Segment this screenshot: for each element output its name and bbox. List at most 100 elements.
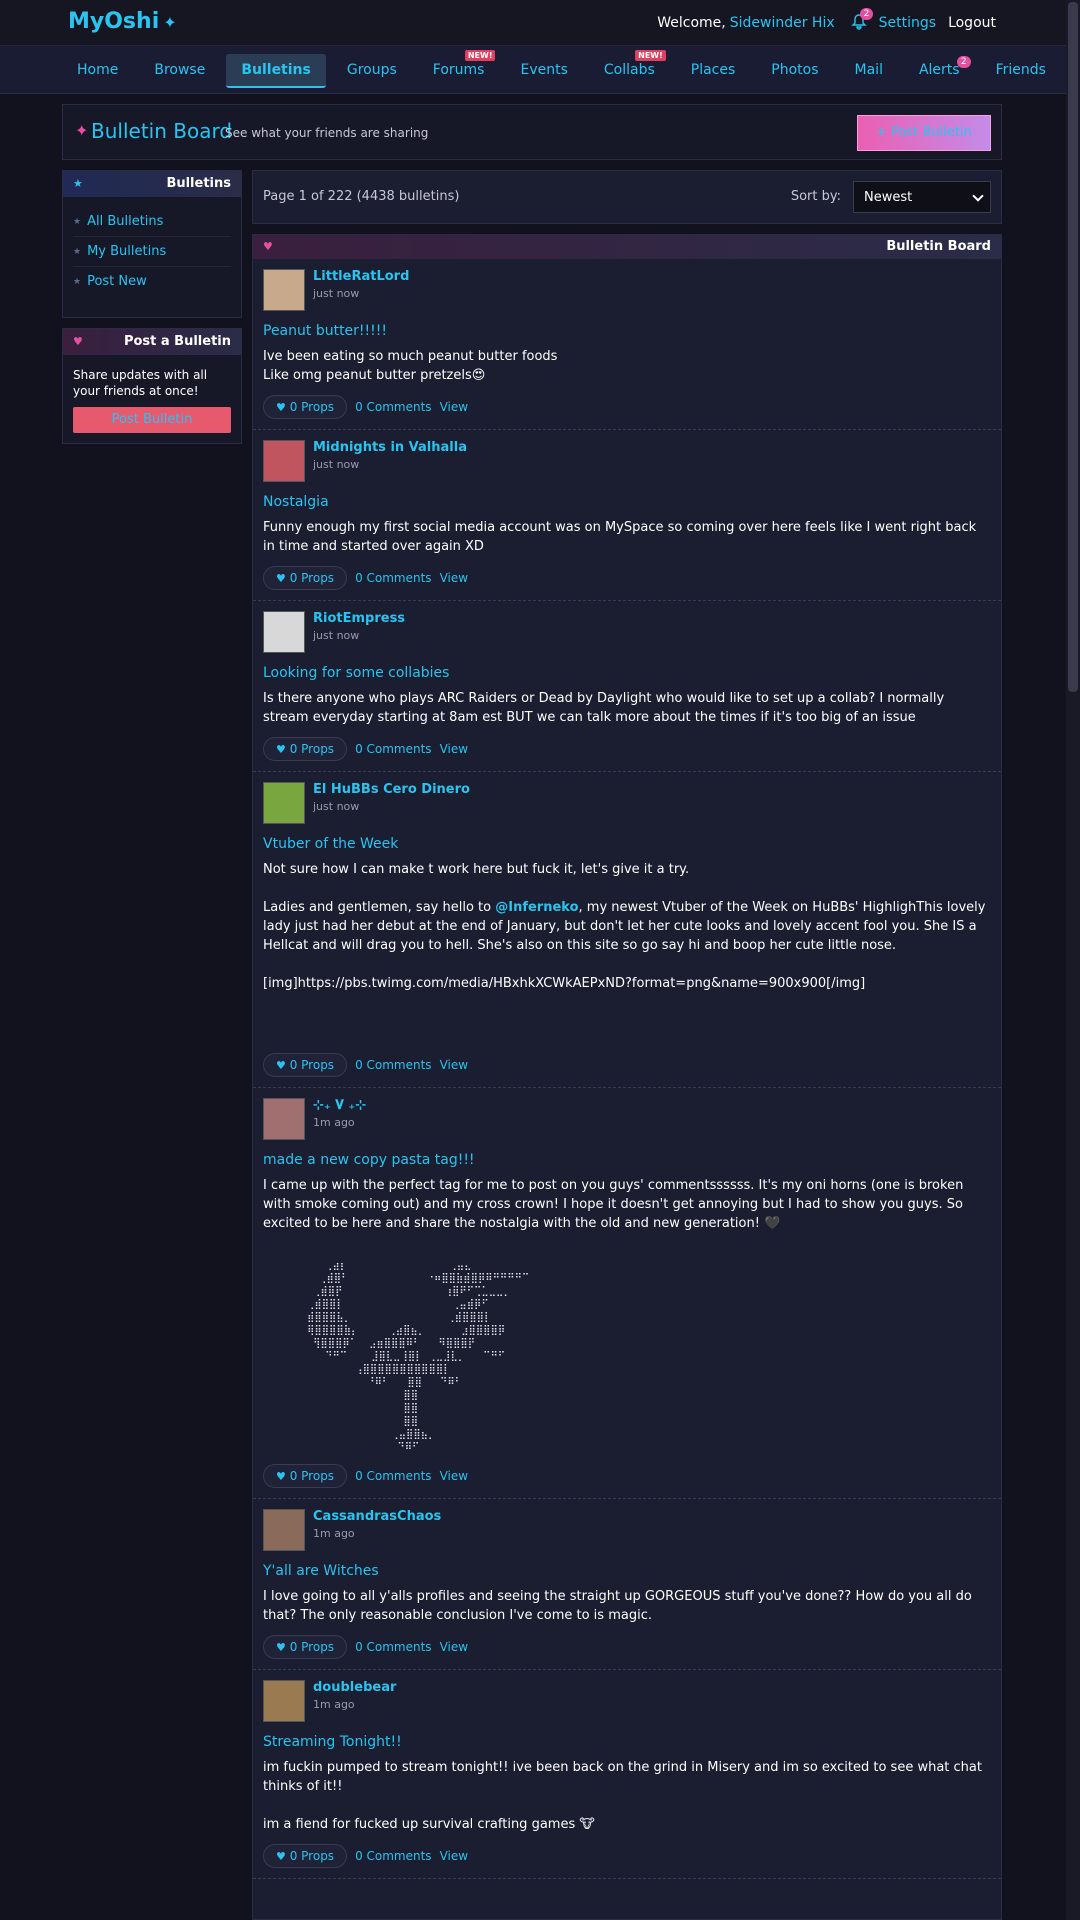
nav-item-home[interactable]: Home bbox=[62, 54, 133, 88]
alerts-count-badge: 2 bbox=[956, 56, 971, 68]
avatar[interactable] bbox=[263, 440, 305, 482]
sidebar-item-label[interactable]: My Bulletins bbox=[87, 244, 166, 259]
username-link[interactable]: Sidewinder Hix bbox=[730, 15, 835, 31]
props-button[interactable]: ♥ 0 Props bbox=[263, 1635, 348, 1659]
post-title[interactable]: Peanut butter!!!!! bbox=[263, 323, 991, 339]
sidebar-item-label[interactable]: All Bulletins bbox=[87, 214, 163, 229]
comments-link[interactable]: 0 Comments bbox=[355, 1058, 432, 1072]
bulletin-feed: ♥ Bulletin Board LittleRatLord just now Pe… bbox=[252, 234, 1002, 1920]
sidebar-item-post-new[interactable]: ★ Post New bbox=[73, 267, 231, 296]
avatar[interactable] bbox=[263, 269, 305, 311]
view-link[interactable]: View bbox=[440, 1058, 468, 1072]
sidebar-item-all-bulletins[interactable]: ★ All Bulletins bbox=[73, 207, 231, 237]
props-button[interactable]: ♥ 0 Props bbox=[263, 1464, 348, 1488]
site-logo[interactable]: MyOshi ✦ bbox=[68, 9, 177, 34]
comments-link[interactable]: 0 Comments bbox=[355, 1640, 432, 1654]
page-info: Page 1 of 222 (4438 bulletins) bbox=[263, 189, 460, 204]
nav-item-label: Photos bbox=[771, 62, 819, 78]
post-title[interactable]: Looking for some collabies bbox=[263, 665, 991, 681]
view-link[interactable]: View bbox=[440, 400, 468, 414]
sort-select[interactable]: Newest bbox=[853, 181, 991, 213]
nav-item-forums[interactable]: Forums NEW! bbox=[418, 50, 500, 88]
bulletin-post: LittleRatLord just now Peanut butter!!!!! I… bbox=[253, 259, 1001, 430]
post-actions: ♥ 0 Props 0 Comments View bbox=[263, 566, 991, 590]
avatar[interactable] bbox=[263, 782, 305, 824]
view-link[interactable]: View bbox=[440, 742, 468, 756]
post-body: Ive been eating so much peanut butter fo… bbox=[263, 349, 558, 383]
nav-item-alerts[interactable]: Alerts 2 bbox=[904, 54, 975, 88]
nav-item-label: Places bbox=[690, 62, 736, 78]
author-link[interactable]: doublebear bbox=[313, 1680, 396, 1695]
nav-item-bulletins[interactable]: Bulletins bbox=[226, 54, 326, 88]
logout-link[interactable]: Logout bbox=[948, 15, 996, 31]
view-link[interactable]: View bbox=[440, 1640, 468, 1654]
author-link[interactable]: RiotEmpress bbox=[313, 611, 405, 626]
comments-link[interactable]: 0 Comments bbox=[355, 742, 432, 756]
avatar[interactable] bbox=[263, 1098, 305, 1140]
sidebar-item-my-bulletins[interactable]: ★ My Bulletins bbox=[73, 237, 231, 267]
nav-item-friends[interactable]: Friends bbox=[981, 54, 1061, 88]
heart-icon: ♥ bbox=[276, 572, 286, 585]
settings-link[interactable]: Settings bbox=[879, 15, 936, 31]
comments-link[interactable]: 0 Comments bbox=[355, 571, 432, 585]
nav-item-label: Collabs bbox=[603, 62, 655, 78]
post-title[interactable]: Nostalgia bbox=[263, 494, 991, 510]
new-badge: NEW! bbox=[635, 50, 666, 61]
author-link[interactable]: CassandrasChaos bbox=[313, 1509, 441, 1524]
props-button[interactable]: ♥ 0 Props bbox=[263, 395, 348, 419]
props-button[interactable]: ♥ 0 Props bbox=[263, 1053, 348, 1077]
bulletin-post: CassandrasChaos 1m ago Y'all are Witches I … bbox=[253, 1499, 1001, 1670]
page-scrollbar[interactable] bbox=[1066, 0, 1080, 1920]
view-link[interactable]: View bbox=[440, 1469, 468, 1483]
avatar[interactable] bbox=[263, 611, 305, 653]
nav-item-photos[interactable]: Photos bbox=[756, 54, 833, 88]
nav-item-groups[interactable]: Groups bbox=[332, 54, 412, 88]
notifications-bell-icon[interactable]: 2 bbox=[850, 8, 874, 32]
post-actions: ♥ 0 Props 0 Comments View bbox=[263, 1053, 991, 1077]
author-link[interactable]: ⊹₊ 𝐕 ₊⊹ bbox=[313, 1098, 366, 1113]
scrollbar-thumb[interactable] bbox=[1068, 2, 1078, 692]
view-link[interactable]: View bbox=[440, 571, 468, 585]
star-bullet-icon: ★ bbox=[73, 216, 82, 227]
post-body: Is there anyone who plays ARC Raiders or… bbox=[263, 691, 949, 725]
sidebar-header: ★ Bulletins bbox=[63, 171, 241, 197]
heart-icon: ♥ bbox=[276, 743, 286, 756]
sidebar-header: ♥ Post a Bulletin bbox=[63, 329, 241, 355]
nav-item-browse[interactable]: Browse bbox=[139, 54, 220, 88]
author-link[interactable]: LittleRatLord bbox=[313, 269, 409, 284]
post-time: 1m ago bbox=[313, 1116, 355, 1129]
post-body: I came up with the perfect tag for me to… bbox=[263, 1178, 968, 1231]
sidebar-item-label[interactable]: Post New bbox=[87, 274, 147, 289]
comments-link[interactable]: 0 Comments bbox=[355, 400, 432, 414]
props-button[interactable]: ♥ 0 Props bbox=[263, 737, 348, 761]
nav-item-collabs[interactable]: Collabs NEW! bbox=[589, 50, 670, 88]
nav-item-label: Browse bbox=[154, 62, 206, 78]
props-button[interactable]: ♥ 0 Props bbox=[263, 1844, 348, 1868]
feed-title: Bulletin Board bbox=[886, 239, 991, 254]
author-link[interactable]: El HuBBs Cero Dinero bbox=[313, 782, 470, 797]
nav-item-events[interactable]: Events bbox=[505, 54, 582, 88]
main-nav: Home Browse Bulletins Groups Forums NEW! Event… bbox=[0, 46, 1080, 94]
user-mention-link[interactable]: @Inferneko bbox=[495, 900, 578, 915]
comments-link[interactable]: 0 Comments bbox=[355, 1469, 432, 1483]
avatar[interactable] bbox=[263, 1509, 305, 1551]
post-title[interactable]: made a new copy pasta tag!!! bbox=[263, 1152, 991, 1168]
nav-item-places[interactable]: Places bbox=[676, 54, 751, 88]
author-link[interactable]: Midnights in Valhalla bbox=[313, 440, 467, 455]
sidebar-post-bulletin-button[interactable]: Post Bulletin bbox=[73, 407, 231, 433]
nav-item-label: Events bbox=[520, 62, 568, 78]
heart-icon: ♥ bbox=[276, 401, 286, 414]
post-title[interactable]: Y'all are Witches bbox=[263, 1563, 991, 1579]
post-bulletin-button[interactable]: + Post Bulletin bbox=[857, 115, 991, 151]
bulletin-board-header: ✦ Bulletin Board See what your friends a… bbox=[62, 104, 1002, 160]
post-time: just now bbox=[313, 629, 360, 642]
view-link[interactable]: View bbox=[440, 1849, 468, 1863]
post-title[interactable]: Vtuber of the Week bbox=[263, 836, 991, 852]
heart-icon: ♥ bbox=[263, 240, 273, 253]
post-title[interactable]: Streaming Tonight!! bbox=[263, 1734, 991, 1750]
sidebar-title: Bulletins bbox=[166, 176, 231, 191]
avatar[interactable] bbox=[263, 1680, 305, 1722]
comments-link[interactable]: 0 Comments bbox=[355, 1849, 432, 1863]
props-button[interactable]: ♥ 0 Props bbox=[263, 566, 348, 590]
nav-item-mail[interactable]: Mail bbox=[840, 54, 898, 88]
